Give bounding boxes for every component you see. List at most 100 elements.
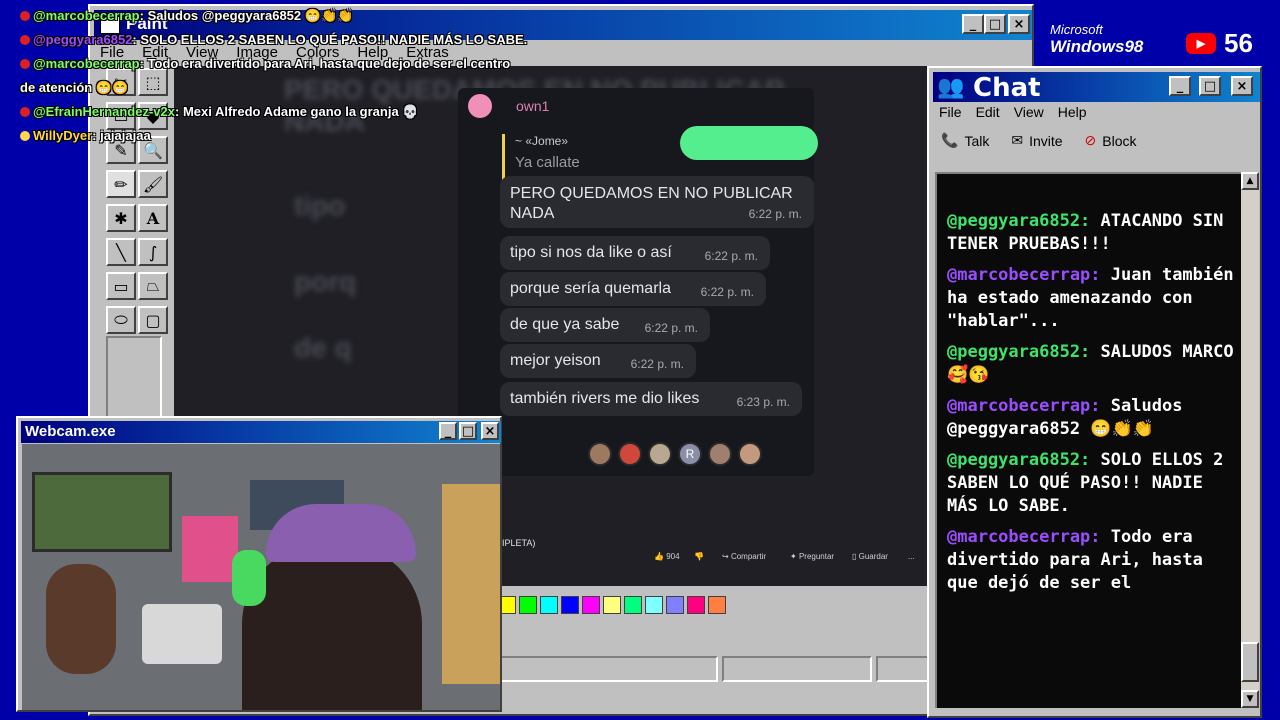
avatar: R <box>678 442 702 466</box>
chat-message: @marcobecerrap: Juan también ha estado a… <box>947 264 1243 333</box>
blurred-bg-text: tipo <box>294 190 346 221</box>
color-swatch[interactable] <box>645 596 663 614</box>
minimize-button[interactable]: _ <box>962 14 984 34</box>
chat-scrollbar[interactable]: ▲ ▼ <box>1241 172 1259 708</box>
message-bubble: de que ya sabe 6:22 p. m. <box>500 308 710 342</box>
chat-username[interactable]: @peggyara6852: <box>947 211 1090 231</box>
text-tool-icon[interactable]: A <box>138 204 168 232</box>
minimize-button[interactable]: _ <box>1169 76 1191 96</box>
message-time: 6:23 p. m. <box>736 395 790 409</box>
webcam-feed <box>22 444 500 710</box>
avatar <box>618 442 642 466</box>
redaction-scribble <box>680 126 818 160</box>
block-icon: ⊘ <box>1084 132 1097 148</box>
chat-message-list: @peggyara6852: ATACANDO SIN TENER PRUEBA… <box>937 210 1243 603</box>
color-swatch[interactable] <box>582 596 600 614</box>
maximize-button[interactable]: □ <box>459 422 477 440</box>
chat-menu-help[interactable]: Help <box>1058 104 1087 120</box>
color-swatch[interactable] <box>666 596 684 614</box>
chat-username[interactable]: @marcobecerrap: <box>947 265 1101 285</box>
more-button[interactable]: ... <box>908 552 915 561</box>
talk-icon: 📞 <box>941 132 959 148</box>
chat-message: @marcobecerrap: Todo era divertido para … <box>947 526 1243 595</box>
chat-menu-view[interactable]: View <box>1014 104 1044 120</box>
color-swatch[interactable] <box>540 596 558 614</box>
chat-username[interactable]: @marcobecerrap: <box>947 396 1101 416</box>
avatar <box>738 442 762 466</box>
ask-button[interactable]: ✦ Preguntar <box>790 552 834 561</box>
chat-menu-edit[interactable]: Edit <box>976 104 1000 120</box>
close-button[interactable]: × <box>1008 14 1030 34</box>
block-button[interactable]: ⊘ Block <box>1085 132 1137 149</box>
color-swatch[interactable] <box>687 596 705 614</box>
color-swatch[interactable] <box>708 596 726 614</box>
chat-log[interactable]: @peggyara6852: ATACANDO SIN TENER PRUEBA… <box>935 172 1249 708</box>
line-icon[interactable]: ╲ <box>106 238 136 266</box>
ask-label: Preguntar <box>798 552 835 561</box>
overlay-text: : jajajajaa <box>92 128 151 143</box>
brush-icon[interactable]: 🖌 <box>138 170 168 198</box>
curve-icon[interactable]: ∫ <box>138 238 168 266</box>
chat-message: @peggyara6852: SALUDOS MARCO 🥰😘 <box>947 341 1243 387</box>
chat-username[interactable]: @marcobecerrap: <box>947 527 1101 547</box>
color-swatch[interactable] <box>561 596 579 614</box>
message-bubble: tipo si nos da like o así 6:22 p. m. <box>500 236 770 270</box>
overlay-text: : Saludos @peggyara6852 😁👏👏 <box>139 8 354 23</box>
dislike-icon[interactable]: 👎 <box>694 552 704 561</box>
color-swatch[interactable] <box>519 596 537 614</box>
maximize-button[interactable]: □ <box>1199 76 1221 96</box>
invite-button[interactable]: ✉ Invite <box>1011 132 1062 149</box>
like-button[interactable]: 👍 904 <box>654 552 680 561</box>
rectangle-icon[interactable]: ▭ <box>106 272 136 300</box>
color-swatch[interactable] <box>624 596 642 614</box>
overlay-text: : SOLO ELLOS 2 SABEN LO QUÉ PASO!! NADIE… <box>132 32 528 47</box>
chat-title: Chat <box>973 73 1041 103</box>
overlay-chat-line: @peggyara6852: SOLO ELLOS 2 SABEN LO QUÉ… <box>20 28 580 52</box>
chat-title-bar[interactable]: 👥 Chat _ □ × <box>933 72 1260 103</box>
close-button[interactable]: × <box>481 422 499 440</box>
chat-username[interactable]: @peggyara6852: <box>947 450 1090 470</box>
pencil-icon[interactable]: ✏ <box>106 170 136 198</box>
message-time: 6:22 p. m. <box>700 285 754 299</box>
message-bubble: porque sería quemarla 6:22 p. m. <box>500 272 766 306</box>
status-cell <box>498 656 718 682</box>
maximize-button[interactable]: □ <box>984 14 1006 34</box>
polygon-icon[interactable]: ⏢ <box>138 272 168 300</box>
overlay-username: @marcobecerrap <box>33 56 140 71</box>
play-button-plaque <box>142 604 222 664</box>
airbrush-icon[interactable]: ✱ <box>106 204 136 232</box>
close-button[interactable]: × <box>1231 76 1253 96</box>
chat-message: @peggyara6852: SOLO ELLOS 2 SABEN LO QUÉ… <box>947 449 1243 518</box>
webcam-title-bar[interactable]: Webcam.exe _ □ × <box>21 421 501 443</box>
chat-username[interactable]: @peggyara6852: <box>947 342 1090 362</box>
scroll-thumb[interactable] <box>1241 642 1259 682</box>
microsoft-label: Microsoft <box>1050 22 1103 37</box>
minimize-button[interactable]: _ <box>439 422 457 440</box>
scroll-down-button[interactable]: ▼ <box>1241 690 1259 708</box>
reaction-avatars: R <box>588 442 762 466</box>
ellipse-icon[interactable]: ⬭ <box>106 306 136 334</box>
chat-window: 👥 Chat _ □ × File Edit View Help 📞 Talk ✉… <box>927 66 1262 718</box>
talk-button[interactable]: 📞 Talk <box>941 132 989 149</box>
badge-icon <box>20 59 30 69</box>
overlay-text: : Mexi Alfredo Adame gano la granja 💀 <box>175 104 419 119</box>
tool-options-box[interactable] <box>106 336 162 422</box>
viewer-count: 56 <box>1224 28 1253 58</box>
badge-icon <box>20 35 30 45</box>
overlay-chat-line: @marcobecerrap: Saludos @peggyara6852 😁👏… <box>20 4 580 28</box>
color-swatch[interactable] <box>603 596 621 614</box>
video-caption: IPLETA) <box>502 538 536 548</box>
save-button[interactable]: ▯ Guardar <box>852 552 888 561</box>
share-button[interactable]: ↪ Compartir <box>722 552 766 561</box>
message-time: 6:22 p. m. <box>704 249 758 263</box>
scroll-up-button[interactable]: ▲ <box>1241 172 1259 190</box>
rounded-rect-icon[interactable]: ▢ <box>138 306 168 334</box>
reply-text: Ya callate <box>515 154 580 171</box>
wall-painting <box>32 472 172 552</box>
chat-menu-file[interactable]: File <box>939 104 962 120</box>
windows-label: Windows98 <box>1050 37 1144 56</box>
like-count: 904 <box>666 552 680 561</box>
message-text: también rivers me dio likes <box>510 390 700 407</box>
message-bubble: PERO QUEDAMOS EN NO PUBLICAR NADA 6:22 p… <box>500 176 814 228</box>
save-label: Guardar <box>858 552 888 561</box>
